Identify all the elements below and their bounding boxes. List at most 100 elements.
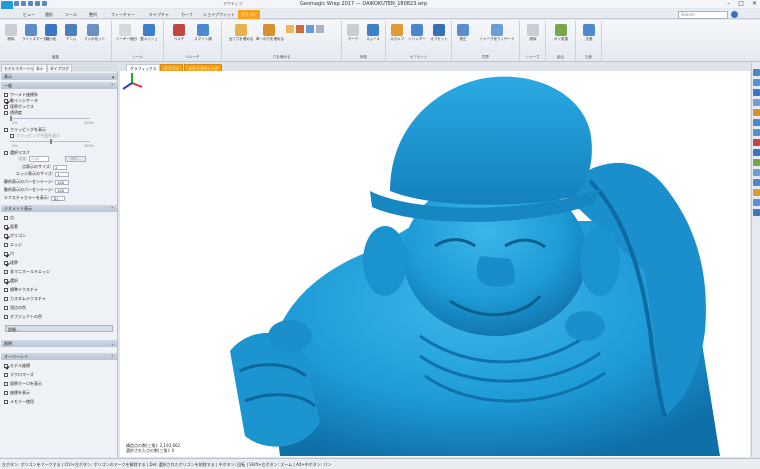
overlay-item-checkbox[interactable]	[4, 391, 8, 395]
fill-option-icon[interactable]	[306, 25, 314, 33]
sharpen-wizard-button[interactable]: シャープ化ウィザード	[478, 24, 516, 42]
cylinder-button[interactable]: シリンダー	[408, 24, 426, 42]
clipping-slider[interactable]	[10, 139, 90, 144]
object-display-item-row[interactable]: 穴	[4, 251, 14, 257]
zoom-icon[interactable]	[753, 149, 760, 156]
texture-select[interactable]: なし	[51, 195, 66, 201]
daikokuten-model[interactable]	[120, 71, 750, 457]
overlay-item-checkbox[interactable]	[4, 364, 8, 368]
object-display-item-checkbox[interactable]	[4, 270, 8, 274]
point-size-spinner[interactable]: 2	[53, 164, 68, 170]
view-back-icon[interactable]	[753, 89, 760, 96]
lightweight-button[interactable]: ライトスマーダー	[22, 24, 50, 42]
fill-all-button[interactable]: 全て穴を埋める	[228, 24, 254, 42]
object-display-item-row[interactable]: 非マニホールドエッジ	[4, 269, 50, 275]
overlay-item-row[interactable]: メモリー使用	[4, 399, 34, 405]
lighting-header[interactable]: 照明 ⌄	[1, 340, 117, 347]
convert-button[interactable]: ポリ変換	[552, 24, 570, 42]
clipping-plane-checkbox[interactable]	[10, 134, 14, 138]
transparency-row[interactable]: 透明度	[4, 110, 22, 116]
maximize-icon[interactable]: □	[738, 0, 744, 7]
object-display-item-checkbox[interactable]	[4, 252, 8, 256]
tab-select[interactable]: 選択	[42, 10, 56, 19]
selection-mask-checkbox[interactable]	[4, 151, 8, 155]
object-display-item-row[interactable]: 面素	[4, 224, 18, 230]
search-input[interactable]: Search	[678, 11, 728, 19]
collapse-icon[interactable]: ▴	[112, 74, 114, 79]
dynamic-display-checkbox[interactable]	[4, 99, 8, 103]
chevron-up-icon[interactable]: ⌃	[111, 83, 114, 88]
view-right-icon[interactable]	[753, 109, 760, 116]
minimize-icon[interactable]: –	[727, 0, 730, 7]
object-display-item-checkbox[interactable]	[4, 261, 8, 265]
intersect-button[interactable]: 交差	[580, 24, 598, 42]
overlay-item-row[interactable]: 座標を表示	[4, 390, 30, 396]
mesh-doctor-button[interactable]: 整メッシュ	[140, 24, 158, 42]
undo-icon[interactable]	[35, 1, 40, 6]
fill-option-icon[interactable]	[286, 25, 294, 33]
tab-features[interactable]: フィーチャー	[108, 10, 138, 19]
object-display-item-checkbox[interactable]	[4, 243, 8, 247]
object-display-item-row[interactable]: 境界	[4, 260, 18, 266]
object-display-item-checkbox[interactable]	[4, 234, 8, 238]
redo-icon[interactable]	[42, 1, 47, 6]
object-display-item-checkbox[interactable]	[4, 306, 8, 310]
fill-option-icon[interactable]	[316, 25, 324, 33]
help-icon[interactable]	[731, 11, 738, 18]
open-icon[interactable]	[21, 1, 26, 6]
overlay-item-checkbox[interactable]	[4, 382, 8, 386]
tab-align[interactable]: 整列	[86, 10, 100, 19]
fill-option-icon[interactable]	[296, 25, 304, 33]
object-display-item-checkbox[interactable]	[4, 288, 8, 292]
smart-patch-button[interactable]: スマイト補	[194, 24, 212, 42]
brush-icon[interactable]	[753, 199, 760, 206]
tab-view[interactable]: ビュー	[20, 10, 38, 19]
offset-button[interactable]: オフセット	[430, 24, 448, 42]
edge-size-spinner[interactable]: 1	[55, 171, 70, 177]
clipping-checkbox[interactable]	[4, 128, 8, 132]
view-left-icon[interactable]	[753, 99, 760, 106]
object-display-item-row[interactable]: カスタムテクスチャ	[4, 296, 46, 302]
object-display-item-checkbox[interactable]	[4, 297, 8, 301]
sculpt-button[interactable]: スカルプ	[388, 24, 406, 42]
tab-tools[interactable]: ツール	[62, 10, 80, 19]
object-display-item-row[interactable]: エッジ	[4, 242, 22, 248]
object-display-item-checkbox[interactable]	[4, 279, 8, 283]
patch-button[interactable]: ベルチ	[170, 24, 188, 42]
overlay-header[interactable]: オーバーレイ ⌃	[1, 353, 117, 360]
world-axes-checkbox[interactable]	[4, 93, 8, 97]
tab-shapefit[interactable]: ショイプフィット	[200, 10, 238, 19]
close-icon[interactable]: ✕	[752, 0, 757, 7]
object-display-item-checkbox[interactable]	[4, 216, 8, 220]
depth-apply-button[interactable]: 操作...	[65, 156, 86, 162]
overlay-item-row[interactable]: マクロマーズ	[4, 372, 34, 378]
object-display-item-row[interactable]: 点	[4, 215, 14, 221]
clear-icon[interactable]	[753, 209, 760, 216]
bounding-box-checkbox[interactable]	[4, 105, 8, 109]
object-display-item-checkbox[interactable]	[4, 225, 8, 229]
static-pct-select[interactable]: 100	[55, 179, 70, 185]
pan-icon[interactable]	[753, 159, 760, 166]
object-display-item-row[interactable]: 標準テクスチャ	[4, 287, 38, 293]
details-button[interactable]: 詳細...	[5, 325, 113, 332]
rotate-icon[interactable]	[753, 169, 760, 176]
lasso-icon[interactable]	[753, 189, 760, 196]
overlay-item-row[interactable]: モデル座標	[4, 363, 30, 369]
object-display-item-row[interactable]: オブジェクトの色	[4, 314, 42, 320]
object-display-item-checkbox[interactable]	[4, 315, 8, 319]
graphics-viewport[interactable]: 構造点の数(三角): 2,193,662 選択された点の数(三角): 0	[120, 71, 750, 457]
save-icon[interactable]	[28, 1, 33, 6]
general-header[interactable]: 一般 ⌃	[1, 82, 117, 89]
tab-curves[interactable]: カーブ	[178, 10, 196, 19]
edit-boundary-button[interactable]: 修正	[454, 24, 472, 42]
overlay-item-row[interactable]: 境界ボーロを表示	[4, 381, 42, 387]
object-display-item-row[interactable]: ポリゴン	[4, 233, 26, 239]
transparency-checkbox[interactable]	[4, 111, 8, 115]
remesh-button[interactable]: アニム	[62, 24, 80, 42]
view-bottom-icon[interactable]	[753, 129, 760, 136]
view-front-icon[interactable]	[753, 79, 760, 86]
slider-knob[interactable]	[50, 139, 52, 144]
view-iso-icon[interactable]	[753, 139, 760, 146]
tab-capture[interactable]: キャプチャ	[146, 10, 172, 19]
smooth-button[interactable]: スムース	[364, 24, 382, 42]
